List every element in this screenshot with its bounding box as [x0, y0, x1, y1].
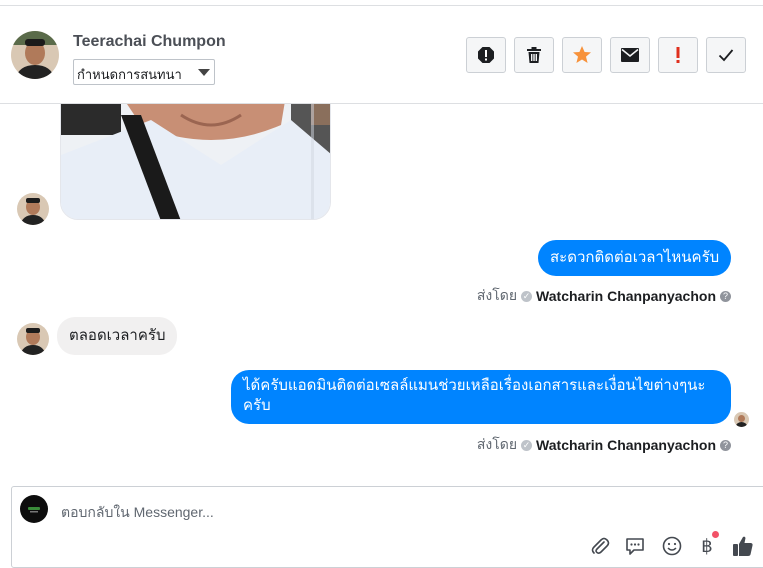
help-icon[interactable]: ?	[720, 290, 731, 302]
shared-photo[interactable]	[60, 104, 331, 220]
sent-by-info: ส่งโดย ✓ Watcharin Chanpanyachon ?	[477, 434, 731, 456]
report-spam-icon	[478, 47, 494, 63]
sender-name[interactable]: Watcharin Chanpanyachon	[536, 288, 716, 304]
mark-unread-button[interactable]	[610, 37, 650, 73]
contact-avatar-small	[17, 193, 49, 225]
saved-replies-button[interactable]	[623, 534, 647, 558]
paperclip-icon	[591, 537, 610, 554]
contact-name[interactable]: Teerachai Chumpon	[73, 33, 226, 51]
conversation-header: Teerachai Chumpon กำหนดการสนทนา	[0, 6, 763, 104]
sent-status-icon: ✓	[521, 439, 533, 451]
sent-by-label: ส่งโดย	[476, 436, 518, 452]
emoji-icon	[662, 536, 682, 556]
outgoing-message[interactable]: ได้ครับแอดมินติดต่อเซลล์แมนช่วยเหลือเรื่…	[231, 370, 731, 424]
attach-button[interactable]	[588, 534, 612, 558]
star-button[interactable]	[562, 37, 602, 73]
report-spam-button[interactable]	[466, 37, 506, 73]
star-icon	[573, 46, 591, 63]
page-avatar	[20, 495, 48, 523]
incoming-message[interactable]: ตลอดเวลาครับ	[57, 317, 178, 355]
checkmark-icon	[718, 49, 734, 62]
trash-icon	[527, 47, 541, 63]
outgoing-message[interactable]: สะดวกติดต่อเวลาไหนครับ	[538, 240, 732, 276]
contact-avatar[interactable]	[11, 31, 59, 79]
delete-button[interactable]	[514, 37, 554, 73]
assign-conversation-select[interactable]: กำหนดการสนทนา	[73, 59, 215, 85]
chevron-down-icon	[198, 69, 210, 76]
envelope-icon	[621, 48, 639, 62]
message-text: ได้ครับแอดมินติดต่อเซลล์แมนช่วยเหลือเรื่…	[243, 377, 706, 414]
message-text: สะดวกติดต่อเวลาไหนครับ	[550, 249, 720, 266]
mark-done-button[interactable]	[706, 37, 746, 73]
contact-avatar-small	[17, 323, 49, 355]
message-text: ตลอดเวลาครับ	[69, 327, 166, 344]
reply-input[interactable]: ตอบกลับใน Messenger...	[61, 502, 214, 524]
mark-important-button[interactable]	[658, 37, 698, 73]
sent-by-label: ส่งโดย	[476, 287, 518, 303]
notification-dot	[712, 531, 719, 538]
exclamation-icon	[676, 47, 680, 63]
payment-button[interactable]: ฿	[695, 531, 719, 558]
like-button[interactable]	[731, 534, 755, 558]
quick-reply-icon	[626, 538, 644, 555]
reply-composer: ตอบกลับใน Messenger... ฿	[11, 486, 763, 568]
thumbs-up-icon	[733, 536, 753, 556]
baht-payment-icon: ฿	[701, 535, 713, 556]
seen-indicator-avatar	[734, 412, 749, 427]
emoji-button[interactable]	[660, 534, 684, 558]
message-thread[interactable]: สะดวกติดต่อเวลาไหนครับ ส่งโดย ✓ Watchari…	[0, 104, 763, 482]
sent-by-info: ส่งโดย ✓ Watcharin Chanpanyachon ?	[477, 285, 731, 307]
assign-conversation-value: กำหนดการสนทนา	[77, 67, 182, 82]
sender-name[interactable]: Watcharin Chanpanyachon	[536, 437, 716, 453]
help-icon[interactable]: ?	[720, 439, 731, 451]
sent-status-icon: ✓	[521, 290, 533, 302]
